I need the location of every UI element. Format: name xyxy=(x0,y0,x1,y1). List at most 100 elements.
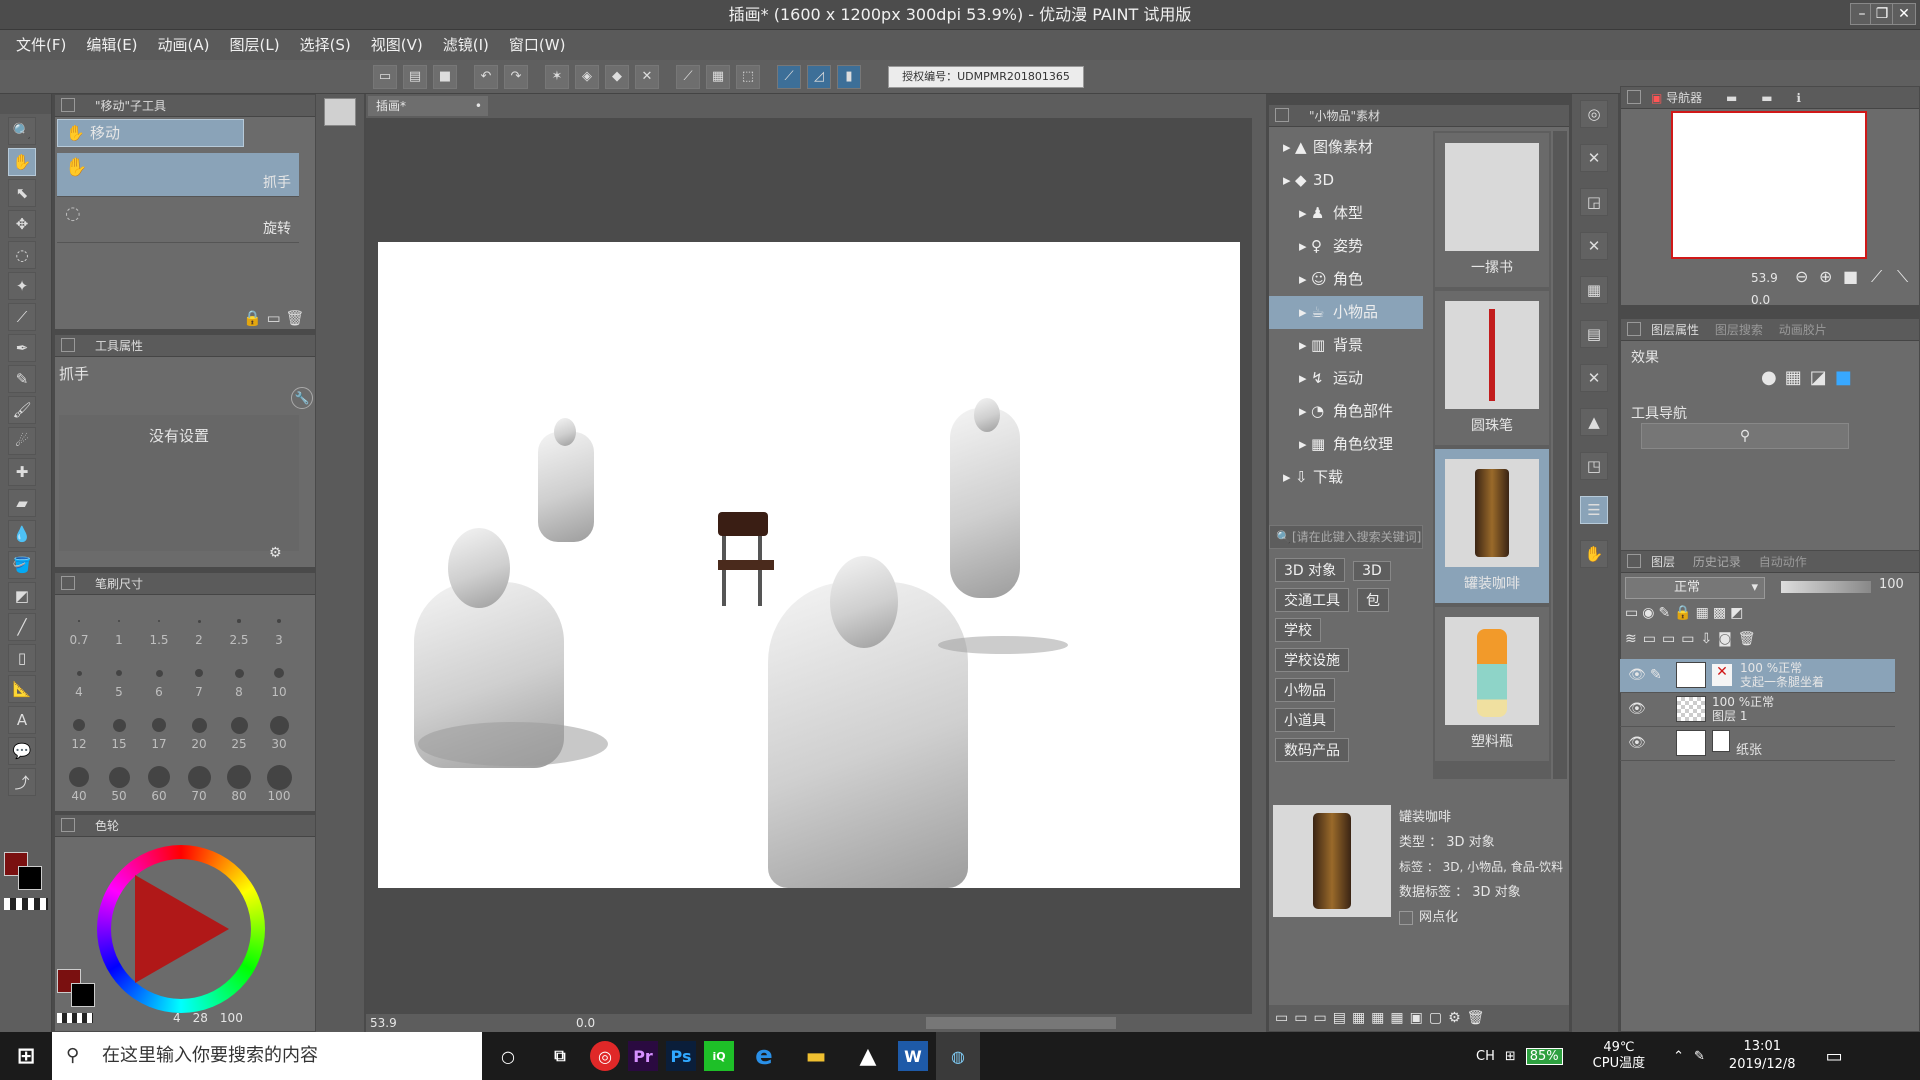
material-tree-item[interactable]: ▸ ↯ 运动 xyxy=(1269,362,1423,395)
pen-workspace-icon[interactable]: ✎ xyxy=(1694,1049,1705,1064)
frame-icon[interactable]: ▯ xyxy=(8,644,36,672)
brush-size-dot[interactable] xyxy=(191,717,207,733)
navigator-preview[interactable] xyxy=(1671,111,1867,259)
chevron-right-icon[interactable]: ▸ xyxy=(1299,230,1307,263)
halftone-checkbox-row[interactable]: 网点化 xyxy=(1399,905,1569,930)
trash-icon[interactable]: 🗑 xyxy=(1738,631,1762,647)
chevron-up-icon[interactable]: ⌃ xyxy=(1673,1049,1684,1064)
move-layer-icon[interactable]: ✥ xyxy=(8,210,36,238)
material-tree-item[interactable]: ▸ ☕ 小物品 xyxy=(1269,296,1423,329)
premiere-icon[interactable]: Pr xyxy=(628,1041,658,1071)
material-item[interactable]: 一摞书 xyxy=(1435,133,1549,287)
brush-size-dot[interactable] xyxy=(112,718,126,732)
brush-size-dot[interactable] xyxy=(118,620,120,622)
transform-icon[interactable]: ◈ xyxy=(575,65,599,89)
halftone-checkbox[interactable] xyxy=(1399,910,1413,925)
chevron-right-icon[interactable]: ▸ xyxy=(1299,296,1307,329)
gradient-icon[interactable]: ◩ xyxy=(8,582,36,610)
lock-icon[interactable]: 🔒 xyxy=(1674,605,1695,621)
undo-icon[interactable]: ↶ xyxy=(474,65,498,89)
border-effect-icon[interactable]: ● xyxy=(1761,367,1785,388)
keyboard-icon[interactable]: ⊞ xyxy=(1505,1049,1516,1064)
settings-icon[interactable]: ⚙ xyxy=(269,545,282,561)
pencil-icon[interactable]: ✎ xyxy=(8,365,36,393)
snap-ruler-icon[interactable]: ⟋ xyxy=(777,65,801,89)
chevron-right-icon[interactable]: ▸ xyxy=(1283,131,1291,164)
eraser-icon[interactable]: ▰ xyxy=(8,489,36,517)
tag-button[interactable]: 3D 对象 xyxy=(1275,558,1346,582)
layer-color-icon[interactable]: ◪ xyxy=(1810,367,1835,388)
snap-special-icon[interactable]: ◿ xyxy=(807,65,831,89)
merge-icon[interactable]: ⇩ xyxy=(1700,631,1718,647)
menu-view[interactable]: 视图(V) xyxy=(361,30,433,60)
eyedropper-icon[interactable]: ⟋ xyxy=(8,303,36,331)
subview-tab-icon[interactable]: ▬ xyxy=(1726,91,1737,105)
material-tree-item[interactable]: ▸ ▦ 角色纹理 xyxy=(1269,428,1423,461)
brush-size-dot[interactable] xyxy=(269,715,289,735)
import-icon[interactable]: ▣ xyxy=(1410,1010,1429,1026)
brush-size-dot[interactable] xyxy=(187,765,211,789)
material-panel-icon[interactable]: ☰ xyxy=(1580,496,1608,524)
crop-icon[interactable]: ✕ xyxy=(635,65,659,89)
brush-icon[interactable]: ✎ xyxy=(1658,605,1674,621)
menu-layer[interactable]: 图层(L) xyxy=(220,30,290,60)
material-item[interactable]: 塑料瓶 xyxy=(1435,607,1549,761)
brush-size-dot[interactable] xyxy=(227,765,251,789)
history-tab[interactable]: 历史记录 xyxy=(1693,555,1741,569)
material-item[interactable]: 罐装咖啡 xyxy=(1435,449,1549,603)
material-tree-item[interactable]: ▸ ♟ 体型 xyxy=(1269,197,1423,230)
chevron-right-icon[interactable]: ▸ xyxy=(1299,197,1307,230)
brush-size-dot[interactable] xyxy=(108,766,130,788)
decoration-icon[interactable]: ✚ xyxy=(8,458,36,486)
close-tab-icon[interactable]: • xyxy=(475,96,482,116)
mask-icon[interactable]: ▦ xyxy=(1696,605,1713,621)
canvas-paper[interactable] xyxy=(378,242,1240,888)
windows-start-icon[interactable]: ⊞ xyxy=(4,1034,48,1078)
photoshop-icon[interactable]: Ps xyxy=(666,1041,696,1071)
mask-icon[interactable]: ◙ xyxy=(1718,631,1738,647)
layer-color-icon[interactable]: ▭ xyxy=(1625,605,1642,621)
blend-mode-select[interactable]: 正常 ▾ xyxy=(1625,577,1765,599)
new-file-icon[interactable]: ▭ xyxy=(373,65,397,89)
auto-action-tab[interactable]: 自动动作 xyxy=(1759,555,1807,569)
pen-icon[interactable]: ✒ xyxy=(8,334,36,362)
clip-paint-icon[interactable]: ◍ xyxy=(936,1032,980,1080)
panel-toggle-icon[interactable]: ◳ xyxy=(1580,452,1608,480)
eye-icon[interactable]: 👁 xyxy=(1628,667,1646,683)
subtool-group-tab[interactable]: ✋ 移动 xyxy=(57,119,244,147)
notification-icon[interactable]: ▭ xyxy=(1826,1046,1843,1067)
material-tree-item[interactable]: ▸ ☺ 角色 xyxy=(1269,263,1423,296)
new-folder-icon[interactable]: ▭ xyxy=(1681,631,1700,647)
sub-color-swatch[interactable] xyxy=(71,983,95,1007)
tag-button[interactable]: 3D xyxy=(1353,561,1391,581)
tag-button[interactable]: 学校设施 xyxy=(1275,648,1349,672)
layer-row[interactable]: 👁 100 %正常 图层 1 xyxy=(1620,693,1895,727)
chevron-right-icon[interactable]: ▸ xyxy=(1283,461,1291,494)
material-tree-item[interactable]: ▸ ♀ 姿势 xyxy=(1269,230,1423,263)
hue-ring[interactable] xyxy=(97,845,265,1013)
line-icon[interactable]: ╱ xyxy=(8,613,36,641)
chevron-right-icon[interactable]: ▸ xyxy=(1299,395,1307,428)
brush-size-dot[interactable] xyxy=(148,766,170,788)
settings-icon[interactable]: ⚙ xyxy=(1448,1010,1467,1026)
ruler-icon[interactable]: ◩ xyxy=(1730,605,1747,621)
grid-icon[interactable]: ▦ xyxy=(706,65,730,89)
trash-icon[interactable]: 🗑 xyxy=(285,309,304,327)
wrench-icon[interactable]: 🔧 xyxy=(291,387,313,409)
explorer-icon[interactable]: ▬ xyxy=(794,1034,838,1078)
panel-toggle-icon[interactable]: ✋ xyxy=(1580,540,1608,568)
hand-tool-icon[interactable]: ✋ xyxy=(8,148,36,176)
canvas-tab[interactable]: 插画* • xyxy=(368,96,488,116)
open-file-icon[interactable]: ▤ xyxy=(403,65,427,89)
brush-size-dot[interactable] xyxy=(234,668,244,678)
layer-row[interactable]: 👁 纸张 xyxy=(1620,727,1895,761)
export-icon[interactable]: ▢ xyxy=(1429,1010,1448,1026)
balloon-icon[interactable]: 💬 xyxy=(8,737,36,765)
stack-icon[interactable]: ≋ xyxy=(1625,631,1643,647)
tag-button[interactable]: 包 xyxy=(1357,588,1389,612)
ruler-tool-icon[interactable]: 📐 xyxy=(8,675,36,703)
clock[interactable]: 13:01 2019/12/8 xyxy=(1729,1038,1796,1074)
brush-size-dot[interactable] xyxy=(69,767,89,787)
brush-size-dot[interactable] xyxy=(195,669,203,677)
saturation-triangle[interactable] xyxy=(135,875,229,983)
